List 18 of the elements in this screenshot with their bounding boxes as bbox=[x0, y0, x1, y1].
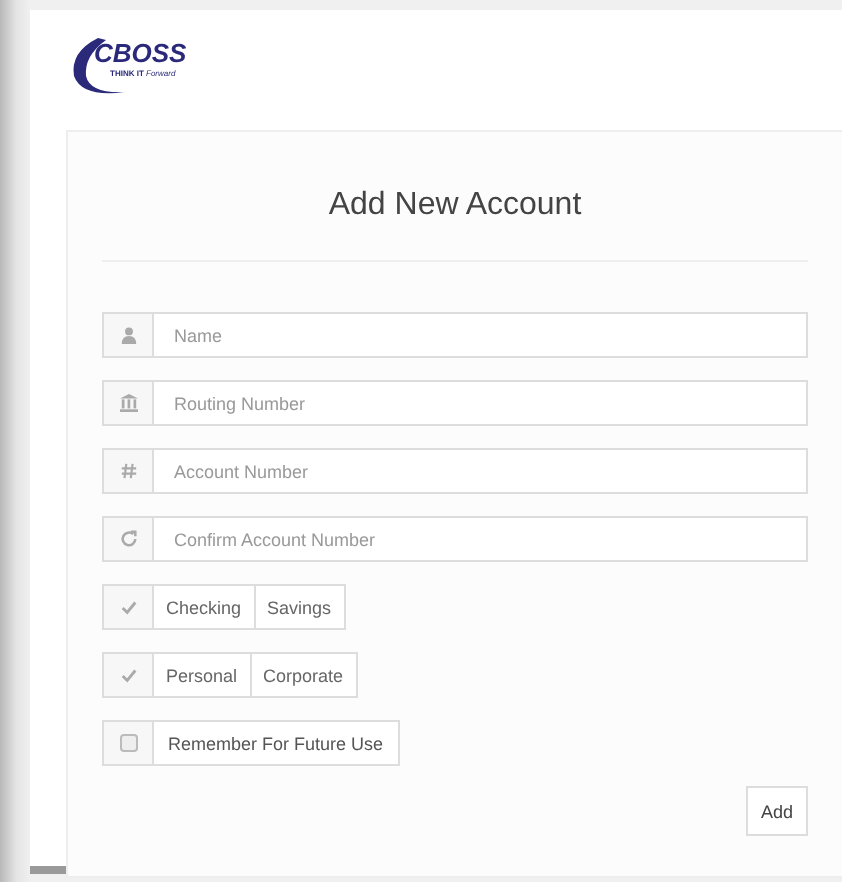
check-icon bbox=[119, 666, 137, 684]
option-button[interactable]: Savings bbox=[255, 584, 346, 630]
bank-icon bbox=[119, 394, 137, 412]
input-field[interactable]: Name bbox=[154, 312, 808, 358]
input-field[interactable]: Routing Number bbox=[154, 380, 808, 426]
option-button[interactable]: Corporate bbox=[251, 652, 358, 698]
form-title: Add New Account bbox=[102, 132, 808, 262]
hash-icon bbox=[119, 462, 137, 480]
add-button[interactable]: Add bbox=[746, 786, 808, 836]
input-field[interactable]: Confirm Account Number bbox=[154, 516, 808, 562]
refresh-icon bbox=[119, 530, 137, 548]
user-icon bbox=[119, 326, 137, 344]
checkbox-label: Remember For Future Use bbox=[154, 720, 400, 766]
check-icon bbox=[119, 598, 137, 616]
option-button[interactable]: Checking bbox=[154, 584, 256, 630]
option-button[interactable]: Personal bbox=[154, 652, 252, 698]
checkbox[interactable] bbox=[119, 734, 137, 752]
input-field[interactable]: Account Number bbox=[154, 448, 808, 494]
